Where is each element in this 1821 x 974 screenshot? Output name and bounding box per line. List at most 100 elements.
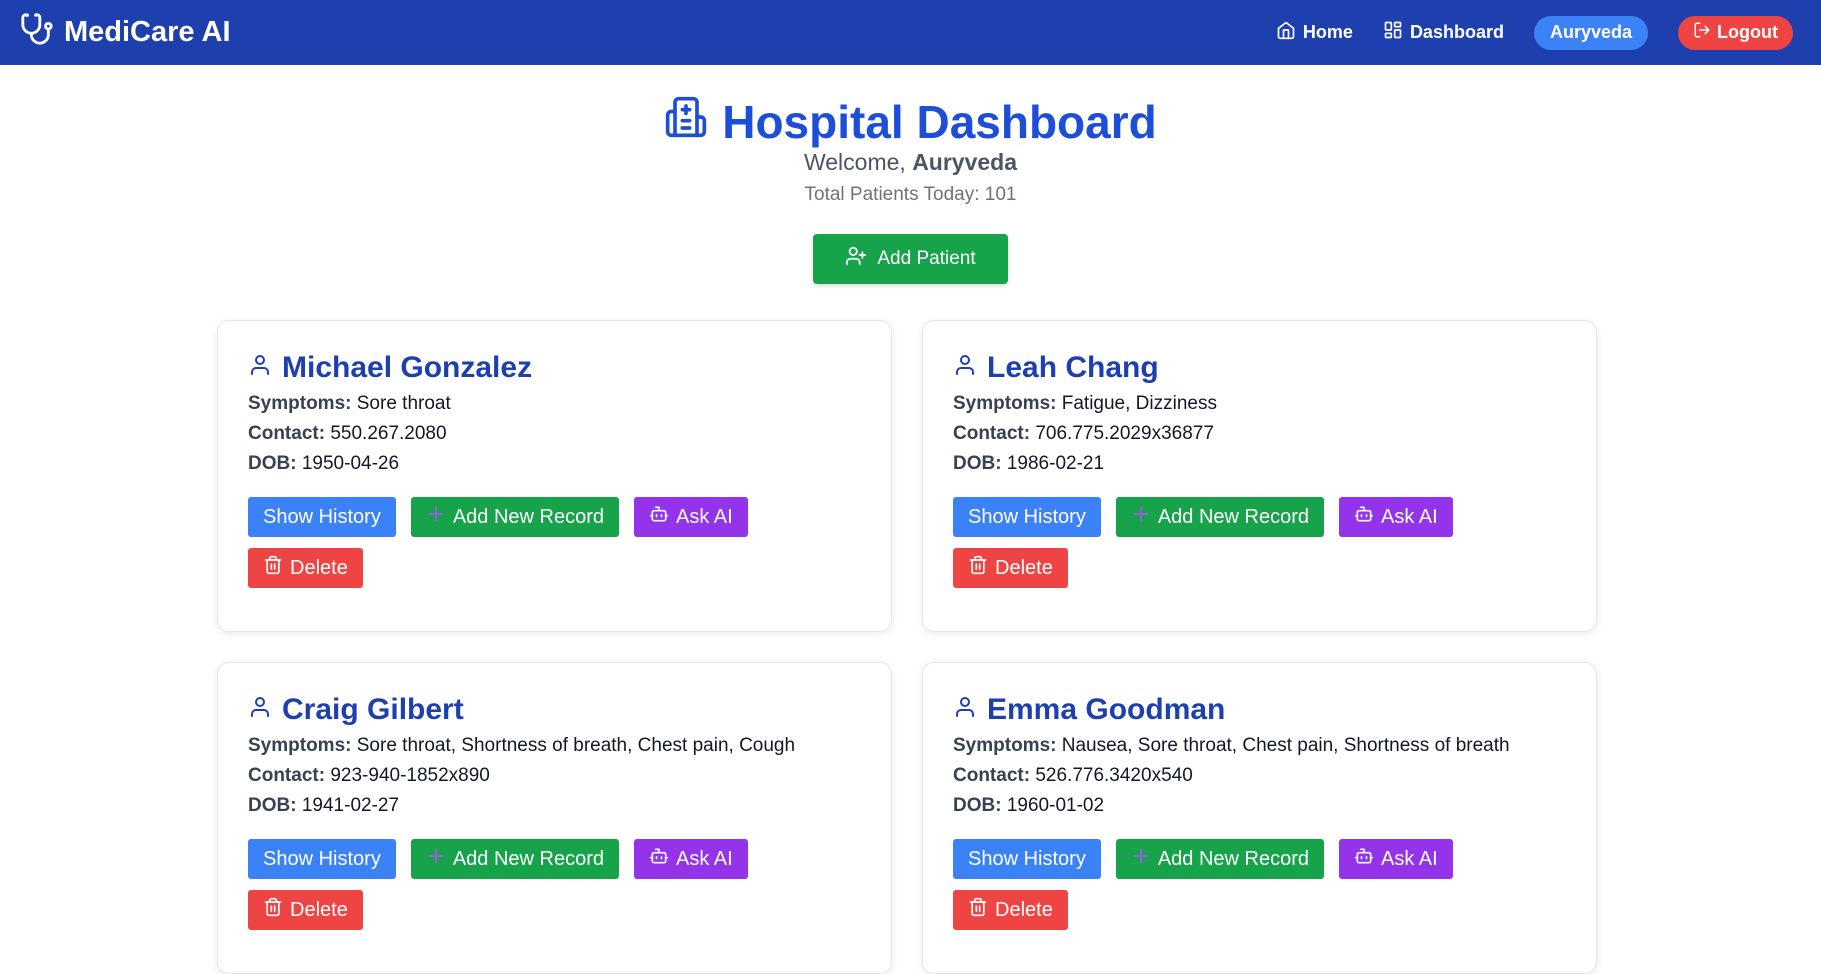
symptoms-field: Symptoms: Fatigue, Dizziness bbox=[953, 393, 1566, 415]
delete-button[interactable]: Delete bbox=[953, 548, 1068, 588]
contact-value: 550.267.2080 bbox=[330, 423, 447, 444]
delete-button[interactable]: Delete bbox=[248, 548, 363, 588]
ask-ai-button[interactable]: Ask AI bbox=[1339, 497, 1453, 537]
patient-card: Emma Goodman Symptoms: Nausea, Sore thro… bbox=[922, 662, 1597, 974]
patient-card: Craig Gilbert Symptoms: Sore throat, Sho… bbox=[217, 662, 892, 974]
robot-icon bbox=[1354, 846, 1374, 872]
dob-value: 1960-01-02 bbox=[1006, 795, 1105, 816]
symptoms-label: Symptoms: bbox=[248, 735, 352, 756]
brand[interactable]: MediCare AI bbox=[20, 12, 231, 54]
navbar: MediCare AI Home Dashboard Auryveda Logo… bbox=[0, 0, 1821, 65]
add-patient-button[interactable]: Add Patient bbox=[813, 233, 1008, 284]
add-new-record-label: Add New Record bbox=[452, 847, 604, 870]
symptoms-field: Symptoms: Sore throat bbox=[248, 393, 861, 415]
contact-field: Contact: 923-940-1852x890 bbox=[248, 765, 861, 787]
nav-dashboard[interactable]: Dashboard bbox=[1383, 20, 1504, 45]
add-new-record-label: Add New Record bbox=[452, 505, 604, 528]
symptoms-value: Fatigue, Dizziness bbox=[1061, 393, 1217, 414]
plus-icon bbox=[426, 504, 446, 530]
dob-label: DOB: bbox=[248, 453, 297, 474]
patient-card: Michael Gonzalez Symptoms: Sore throat C… bbox=[217, 320, 892, 632]
contact-label: Contact: bbox=[953, 765, 1031, 786]
delete-label: Delete bbox=[995, 556, 1053, 579]
ask-ai-button[interactable]: Ask AI bbox=[634, 497, 748, 537]
dob-label: DOB: bbox=[953, 795, 1002, 816]
dob-value: 1941-02-27 bbox=[301, 795, 400, 816]
ask-ai-button[interactable]: Ask AI bbox=[1339, 839, 1453, 879]
symptoms-field: Symptoms: Nausea, Sore throat, Chest pai… bbox=[953, 735, 1566, 757]
patient-card: Leah Chang Symptoms: Fatigue, Dizziness … bbox=[922, 320, 1597, 632]
logout-icon bbox=[1693, 21, 1711, 44]
add-patient-label: Add Patient bbox=[877, 247, 976, 269]
card-actions: Show History Add New Record Ask AI Delet… bbox=[953, 839, 1473, 930]
add-new-record-button[interactable]: Add New Record bbox=[410, 839, 619, 879]
robot-icon bbox=[649, 846, 669, 872]
patient-name-text: Emma Goodman bbox=[987, 693, 1226, 726]
patient-name: Emma Goodman bbox=[953, 693, 1566, 727]
patient-name: Leah Chang bbox=[953, 351, 1566, 385]
symptoms-value: Sore throat, Shortness of breath, Chest … bbox=[356, 735, 796, 756]
delete-label: Delete bbox=[290, 898, 348, 921]
total-patients: Total Patients Today: 101 bbox=[804, 183, 1017, 205]
page-title-text: Hospital Dashboard bbox=[722, 95, 1157, 148]
contact-label: Contact: bbox=[248, 765, 326, 786]
contact-value: 923-940-1852x890 bbox=[330, 765, 490, 786]
ask-ai-button[interactable]: Ask AI bbox=[634, 839, 748, 879]
plus-icon bbox=[426, 846, 446, 872]
contact-label: Contact: bbox=[953, 423, 1031, 444]
dob-field: DOB: 1960-01-02 bbox=[953, 795, 1566, 817]
user-icon bbox=[248, 351, 272, 385]
patient-name-text: Leah Chang bbox=[987, 351, 1159, 384]
add-new-record-button[interactable]: Add New Record bbox=[1115, 497, 1324, 537]
welcome-text: Welcome, Auryveda bbox=[0, 149, 1821, 176]
welcome-prefix: Welcome, bbox=[803, 148, 906, 175]
contact-value: 706.775.2029x36877 bbox=[1035, 423, 1214, 444]
add-new-record-button[interactable]: Add New Record bbox=[410, 497, 619, 537]
ask-ai-label: Ask AI bbox=[676, 505, 733, 528]
logout-button[interactable]: Logout bbox=[1678, 15, 1793, 50]
show-history-button[interactable]: Show History bbox=[953, 839, 1101, 879]
show-history-button[interactable]: Show History bbox=[953, 497, 1101, 537]
add-new-record-button[interactable]: Add New Record bbox=[1115, 839, 1324, 879]
ask-ai-label: Ask AI bbox=[1381, 847, 1438, 870]
delete-label: Delete bbox=[995, 898, 1053, 921]
hospital-icon bbox=[664, 95, 708, 149]
brand-name: MediCare AI bbox=[64, 16, 231, 48]
symptoms-field: Symptoms: Sore throat, Shortness of brea… bbox=[248, 735, 861, 757]
symptoms-label: Symptoms: bbox=[953, 393, 1057, 414]
patient-name: Michael Gonzalez bbox=[248, 351, 861, 385]
contact-field: Contact: 706.775.2029x36877 bbox=[953, 423, 1566, 445]
contact-value: 526.776.3420x540 bbox=[1035, 765, 1193, 786]
delete-button[interactable]: Delete bbox=[953, 890, 1068, 930]
trash-icon bbox=[968, 555, 988, 581]
show-history-button[interactable]: Show History bbox=[248, 497, 396, 537]
add-new-record-label: Add New Record bbox=[1157, 847, 1309, 870]
symptoms-label: Symptoms: bbox=[248, 393, 352, 414]
nav-home[interactable]: Home bbox=[1276, 20, 1353, 45]
nav-dashboard-label: Dashboard bbox=[1409, 22, 1504, 42]
dashboard-header: Hospital Dashboard Welcome, Auryveda Tot… bbox=[0, 95, 1821, 284]
patient-grid: Michael Gonzalez Symptoms: Sore throat C… bbox=[217, 320, 1597, 974]
dob-label: DOB: bbox=[953, 453, 1002, 474]
plus-icon bbox=[1131, 504, 1151, 530]
add-new-record-label: Add New Record bbox=[1157, 505, 1309, 528]
symptoms-label: Symptoms: bbox=[953, 735, 1057, 756]
ask-ai-label: Ask AI bbox=[1381, 505, 1438, 528]
robot-icon bbox=[1354, 504, 1374, 530]
plus-icon bbox=[1131, 846, 1151, 872]
contact-field: Contact: 526.776.3420x540 bbox=[953, 765, 1566, 787]
welcome-user-name: Auryveda bbox=[912, 148, 1018, 175]
user-icon bbox=[953, 351, 977, 385]
symptoms-value: Nausea, Sore throat, Chest pain, Shortne… bbox=[1061, 735, 1510, 756]
nav-home-label: Home bbox=[1302, 22, 1353, 42]
user-plus-icon bbox=[845, 245, 867, 273]
show-history-button[interactable]: Show History bbox=[248, 839, 396, 879]
delete-button[interactable]: Delete bbox=[248, 890, 363, 930]
user-badge[interactable]: Auryveda bbox=[1533, 15, 1649, 50]
card-actions: Show History Add New Record Ask AI Delet… bbox=[248, 839, 768, 930]
dashboard-grid-icon bbox=[1383, 20, 1403, 45]
patient-name-text: Craig Gilbert bbox=[282, 693, 464, 726]
user-icon bbox=[953, 693, 977, 727]
robot-icon bbox=[649, 504, 669, 530]
trash-icon bbox=[968, 897, 988, 923]
